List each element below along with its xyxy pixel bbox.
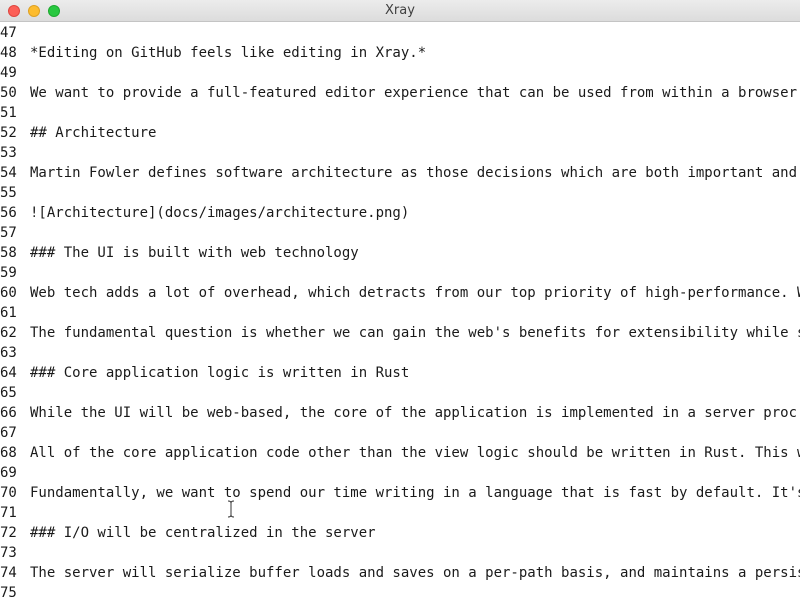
line-number: 69 [0, 465, 17, 481]
line-number: 59 [0, 265, 17, 281]
title-bar[interactable]: Xray [0, 0, 800, 22]
line-number: 72 [0, 525, 17, 541]
line-text[interactable]: Fundamentally, we want to spend our time… [30, 483, 800, 503]
line-text[interactable]: ## Architecture [30, 123, 156, 143]
line-number: 50 [0, 85, 17, 101]
line-number: 53 [0, 145, 17, 161]
editor-line[interactable]: 67 [0, 423, 800, 443]
line-number: 56 [0, 205, 17, 221]
editor-line[interactable]: 68 All of the core application code other… [0, 443, 800, 463]
text-editor[interactable]: 47 48 *Editing on GitHub feels like editin… [0, 22, 800, 600]
line-number: 66 [0, 405, 17, 421]
editor-line[interactable]: 50 We want to provide a full-featured edi… [0, 83, 800, 103]
window-title: Xray [385, 3, 415, 18]
line-number: 62 [0, 325, 17, 341]
line-text[interactable]: ### Core application logic is written in… [30, 363, 409, 383]
line-text[interactable]: While the UI will be web-based, the core… [30, 403, 797, 423]
editor-line[interactable]: 55 [0, 183, 800, 203]
line-text[interactable]: The server will serialize buffer loads a… [30, 563, 800, 583]
editor-line[interactable]: 48 *Editing on GitHub feels like editing … [0, 43, 800, 63]
editor-line[interactable]: 54 Martin Fowler defines software archite… [0, 163, 800, 183]
line-number: 75 [0, 585, 17, 600]
editor-line[interactable]: 51 [0, 103, 800, 123]
line-number: 48 [0, 45, 17, 61]
line-number: 57 [0, 225, 17, 241]
line-text[interactable]: ### The UI is built with web technology [30, 243, 359, 263]
line-number: 70 [0, 485, 17, 501]
editor-line[interactable]: 63 [0, 343, 800, 363]
editor-line[interactable]: 66 While the UI will be web-based, the co… [0, 403, 800, 423]
line-number: 68 [0, 445, 17, 461]
line-text[interactable]: Web tech adds a lot of overhead, which d… [30, 283, 800, 303]
line-number: 67 [0, 425, 17, 441]
editor-line[interactable]: 75 [0, 583, 800, 600]
editor-line[interactable]: 64 ### Core application logic is written … [0, 363, 800, 383]
editor-line[interactable]: 69 [0, 463, 800, 483]
line-text[interactable]: ### I/O will be centralized in the serve… [30, 523, 376, 543]
line-number: 58 [0, 245, 17, 261]
editor-line[interactable]: 61 [0, 303, 800, 323]
line-text[interactable]: Martin Fowler defines software architect… [30, 163, 797, 183]
line-text[interactable]: All of the core application code other t… [30, 443, 800, 463]
line-number: 52 [0, 125, 17, 141]
line-number: 49 [0, 65, 17, 81]
line-number: 51 [0, 105, 17, 121]
editor-line[interactable]: 62 The fundamental question is whether we… [0, 323, 800, 343]
line-number: 61 [0, 305, 17, 321]
editor-line[interactable]: 58 ### The UI is built with web technolog… [0, 243, 800, 263]
editor-lines: 47 48 *Editing on GitHub feels like editin… [0, 22, 800, 600]
line-number: 73 [0, 545, 17, 561]
line-text[interactable]: The fundamental question is whether we c… [30, 323, 800, 343]
line-number: 55 [0, 185, 17, 201]
editor-line[interactable]: 65 [0, 383, 800, 403]
line-number: 74 [0, 565, 17, 581]
line-number: 71 [0, 505, 17, 521]
editor-line[interactable]: 59 [0, 263, 800, 283]
editor-line[interactable]: 70 Fundamentally, we want to spend our ti… [0, 483, 800, 503]
editor-line[interactable]: 53 [0, 143, 800, 163]
editor-line[interactable]: 72 ### I/O will be centralized in the ser… [0, 523, 800, 543]
editor-line[interactable]: 47 [0, 23, 800, 43]
editor-line[interactable]: 52 ## Architecture [0, 123, 800, 143]
line-text[interactable]: ![Architecture](docs/images/architecture… [30, 203, 409, 223]
line-number: 63 [0, 345, 17, 361]
editor-line[interactable]: 57 [0, 223, 800, 243]
ibeam-cursor-icon [227, 500, 235, 518]
line-text[interactable]: *Editing on GitHub feels like editing in… [30, 43, 426, 63]
line-number: 54 [0, 165, 17, 181]
editor-window: Xray 47 48 *Editing on GitHub feels like e… [0, 0, 800, 600]
editor-line[interactable]: 71 [0, 503, 800, 523]
line-number: 65 [0, 385, 17, 401]
line-number: 47 [0, 25, 17, 41]
editor-line[interactable]: 60 Web tech adds a lot of overhead, which… [0, 283, 800, 303]
editor-line[interactable]: 49 [0, 63, 800, 83]
editor-line[interactable]: 74 The server will serialize buffer loads… [0, 563, 800, 583]
line-number: 60 [0, 285, 17, 301]
editor-line[interactable]: 56 ![Architecture](docs/images/architectu… [0, 203, 800, 223]
line-text[interactable]: We want to provide a full-featured edito… [30, 83, 797, 103]
line-number: 64 [0, 365, 17, 381]
editor-line[interactable]: 73 [0, 543, 800, 563]
